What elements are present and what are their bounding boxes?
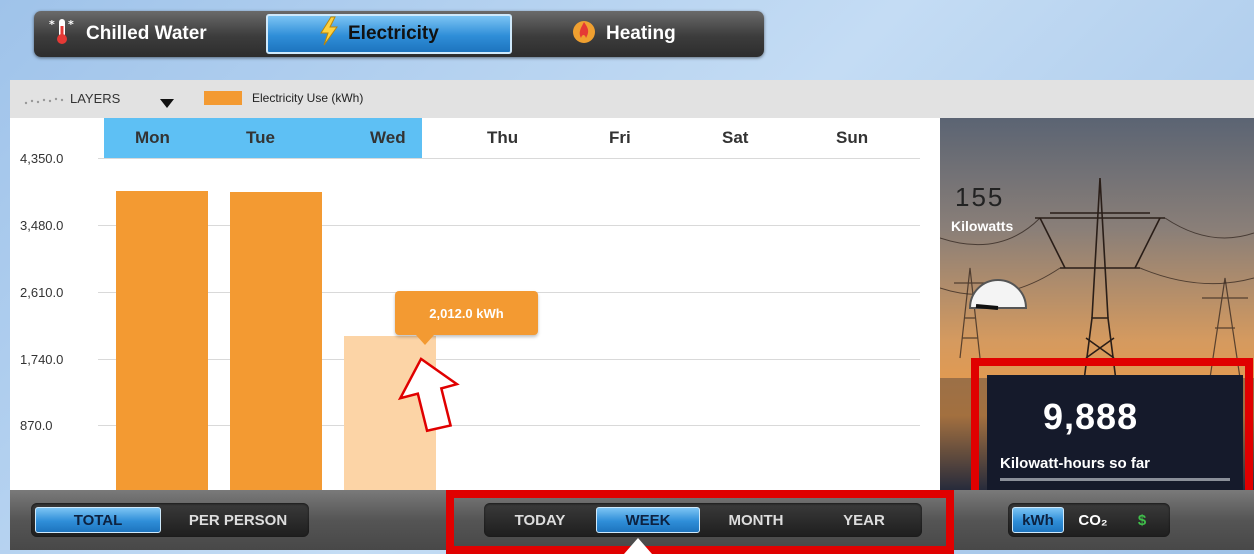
tab-chilled-water-label: Chilled Water (86, 23, 207, 44)
tab-electricity[interactable]: Electricity (266, 14, 512, 54)
layers-dots-icon (22, 92, 66, 111)
layers-bar: LAYERS Electricity Use (kWh) (10, 80, 1254, 119)
y-tick-label: 1,740.0 (20, 352, 64, 367)
svg-text:*: * (49, 18, 55, 31)
total-button[interactable]: TOTAL (35, 507, 161, 533)
thermometer-snowflake-icon: * * (48, 16, 78, 52)
kwh-button-label: kWh (1022, 511, 1054, 529)
total-button-label: TOTAL (73, 511, 123, 529)
day-label: Sat (722, 128, 749, 147)
tab-chilled-water[interactable]: * * Chilled Water (48, 11, 207, 57)
power-gauge-icon (966, 274, 1030, 314)
chart-bar[interactable] (230, 192, 322, 490)
tab-heating-label: Heating (606, 23, 676, 44)
per-person-button-label: PER PERSON (188, 511, 288, 529)
svg-text:*: * (68, 18, 74, 31)
mode-toggle: TOTAL PER PERSON (31, 503, 309, 537)
tooltip-text: 2,012.0 kWh (429, 305, 504, 321)
annotation-arrow-icon (394, 352, 468, 440)
day-label: Thu (487, 128, 519, 147)
co2-button[interactable]: CO₂ (1068, 507, 1118, 533)
power-unit: Kilowatts (951, 218, 1014, 234)
gridline (98, 225, 920, 226)
legend-label: Electricity Use (kWh) (252, 91, 364, 105)
kwh-button[interactable]: kWh (1012, 507, 1064, 533)
day-label: Mon (135, 128, 170, 147)
tab-electricity-label: Electricity (348, 23, 439, 44)
y-tick-label: 870.0 (20, 418, 53, 433)
annotation-pointer (624, 538, 652, 554)
utility-tabbar: * * Chilled Water Electricity Heating (34, 11, 764, 57)
day-label: Fri (609, 128, 631, 147)
annotation-highlight-total (971, 358, 1253, 500)
lightning-bolt-icon (318, 16, 340, 52)
power-value: 155 (955, 182, 1005, 212)
dollar-icon: $ (1137, 511, 1147, 529)
flame-icon (570, 16, 598, 52)
tooltip-pointer (416, 335, 434, 345)
gridline (98, 359, 920, 360)
unit-toggle: kWh CO₂ $ (1008, 503, 1170, 537)
dropdown-arrow-icon[interactable] (160, 94, 174, 113)
tab-heating[interactable]: Heating (570, 11, 676, 57)
y-tick-label: 3,480.0 (20, 218, 64, 233)
annotation-highlight-range (446, 490, 954, 554)
legend-swatch (204, 91, 242, 105)
layers-dropdown-label[interactable]: LAYERS (70, 91, 120, 106)
bar-tooltip: 2,012.0 kWh (395, 291, 538, 335)
day-label: Wed (370, 128, 406, 147)
gridline (98, 158, 920, 159)
y-tick-label: 4,350.0 (20, 151, 64, 166)
day-label: Sun (836, 128, 869, 147)
co2-button-label: CO₂ (1078, 511, 1108, 529)
y-tick-label: 2,610.0 (20, 285, 64, 300)
day-label: Tue (246, 128, 275, 147)
chart-bar[interactable] (116, 190, 208, 490)
dollar-button[interactable]: $ (1120, 507, 1164, 533)
per-person-button[interactable]: PER PERSON (171, 507, 305, 533)
gridline (98, 425, 920, 426)
